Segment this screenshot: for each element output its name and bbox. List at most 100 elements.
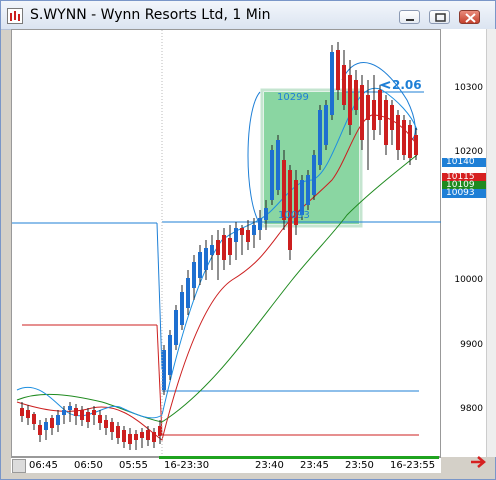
price-chart: 10299 10093 2.06 bbox=[12, 30, 442, 458]
candle-body bbox=[146, 430, 150, 440]
candle-body bbox=[270, 150, 274, 200]
box-bottom-label: 10093 bbox=[278, 210, 310, 221]
candle-body bbox=[354, 80, 358, 110]
candle-body bbox=[62, 410, 66, 415]
candle-body bbox=[152, 432, 156, 442]
candle-body bbox=[116, 426, 120, 438]
candle-body bbox=[210, 245, 214, 255]
candle-body bbox=[228, 238, 232, 255]
candle-body bbox=[168, 335, 172, 375]
candle-body bbox=[330, 52, 334, 115]
candle-body bbox=[312, 155, 316, 195]
candle-body bbox=[86, 412, 90, 422]
session-bar bbox=[159, 456, 439, 459]
candle-body bbox=[366, 95, 370, 120]
candle-body bbox=[216, 240, 220, 255]
candle-body bbox=[110, 422, 114, 432]
chart-app-icon bbox=[7, 8, 23, 24]
status-strip bbox=[1, 473, 495, 479]
candle-body bbox=[186, 278, 190, 308]
candle-body bbox=[38, 425, 42, 435]
candle-body bbox=[324, 105, 328, 145]
candle-body bbox=[50, 418, 54, 428]
vertical-scrollbar[interactable] bbox=[486, 29, 496, 457]
candle-body bbox=[134, 434, 138, 440]
candle-body bbox=[234, 228, 238, 242]
right-arrow-icon[interactable] bbox=[469, 455, 489, 469]
candle-body bbox=[162, 350, 166, 390]
candle-body bbox=[192, 262, 196, 288]
candle-body bbox=[26, 410, 30, 418]
y-label-10200: 10200 bbox=[454, 147, 483, 157]
candle-body bbox=[128, 434, 132, 444]
candle-body bbox=[336, 50, 340, 90]
y-label-10000: 10000 bbox=[454, 275, 483, 285]
candle-body bbox=[360, 85, 364, 140]
candle-body bbox=[56, 415, 60, 425]
axis-corner-button[interactable] bbox=[12, 459, 26, 473]
price-tag-current: 10140 bbox=[442, 158, 486, 167]
x-label-8: 16-23:55 bbox=[390, 460, 436, 471]
candle-body bbox=[240, 228, 244, 235]
candle-body bbox=[318, 110, 322, 165]
price-chart-area[interactable]: 10299 10093 2.06 bbox=[11, 29, 442, 458]
candle-body bbox=[408, 125, 412, 158]
candle-body bbox=[104, 420, 108, 428]
candle-body bbox=[396, 115, 400, 150]
x-label-6: 23:45 bbox=[300, 460, 329, 471]
candle-body bbox=[122, 430, 126, 442]
candle-body bbox=[378, 90, 382, 120]
candle-body bbox=[20, 408, 24, 416]
x-label-3: 05:55 bbox=[119, 460, 148, 471]
x-label-2: 06:50 bbox=[74, 460, 103, 471]
y-label-10300: 10300 bbox=[454, 83, 483, 93]
minimize-icon bbox=[406, 19, 414, 21]
x-label-7: 23:50 bbox=[345, 460, 374, 471]
price-axis: 10300 10200 10000 9900 9800 bbox=[441, 29, 486, 457]
box-top-label: 10299 bbox=[277, 92, 309, 103]
x-label-4: 16-23:30 bbox=[164, 460, 210, 471]
candle-body bbox=[342, 65, 346, 105]
candle-body bbox=[140, 432, 144, 438]
candle-body bbox=[246, 230, 250, 242]
candle-body bbox=[390, 105, 394, 130]
candle-body bbox=[174, 310, 178, 345]
minimize-button[interactable] bbox=[399, 10, 420, 24]
x-label-5: 23:40 bbox=[255, 460, 284, 471]
chart-window: S.WYNN - Wynn Resorts Ltd, 1 Min 10299 1… bbox=[0, 0, 496, 480]
candle-body bbox=[158, 426, 162, 436]
candle-body bbox=[92, 410, 96, 415]
candle-body bbox=[306, 175, 310, 205]
time-axis: 06:45 06:50 05:55 16-23:30 23:40 23:45 2… bbox=[11, 456, 441, 473]
title-bar[interactable]: S.WYNN - Wynn Resorts Ltd, 1 Min bbox=[1, 1, 495, 30]
maximize-icon bbox=[435, 13, 446, 22]
close-icon bbox=[465, 13, 476, 23]
y-label-9800: 9800 bbox=[460, 404, 483, 414]
candle-body bbox=[348, 75, 352, 125]
candle-body bbox=[98, 415, 102, 423]
candle-body bbox=[264, 208, 268, 220]
candle-body bbox=[384, 100, 388, 145]
candle-body bbox=[74, 408, 78, 416]
move-label: 2.06 bbox=[392, 78, 422, 92]
window-title: S.WYNN - Wynn Resorts Ltd, 1 Min bbox=[30, 7, 271, 23]
candle-body bbox=[222, 235, 226, 260]
x-label-1: 06:45 bbox=[29, 460, 58, 471]
maximize-button[interactable] bbox=[429, 10, 450, 24]
candle-body bbox=[32, 414, 36, 424]
candle-body bbox=[372, 100, 376, 130]
candle-body bbox=[68, 406, 72, 410]
y-label-9900: 9900 bbox=[460, 340, 483, 350]
candle-body bbox=[44, 422, 48, 430]
candle-body bbox=[276, 140, 280, 190]
candle-body bbox=[414, 135, 418, 155]
candle-body bbox=[252, 225, 256, 235]
candle-body bbox=[80, 410, 84, 420]
close-button[interactable] bbox=[459, 10, 480, 24]
candle-body bbox=[402, 120, 406, 155]
price-tag-level: 10093 bbox=[442, 189, 486, 198]
candle-body bbox=[258, 218, 262, 230]
candle-body bbox=[180, 292, 184, 325]
candle-body bbox=[204, 248, 208, 270]
candle-body bbox=[198, 252, 202, 278]
